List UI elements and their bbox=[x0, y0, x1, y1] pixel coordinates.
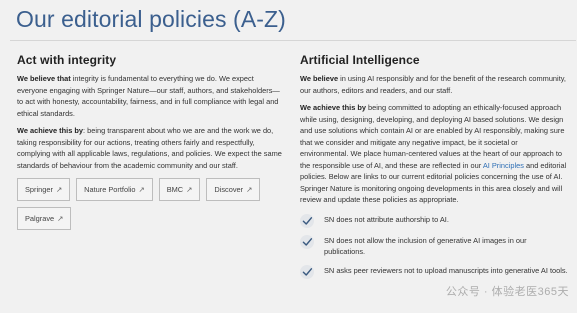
ai-policy-text: SN asks peer reviewers not to upload man… bbox=[324, 265, 568, 275]
ai-principles-link[interactable]: AI Principles bbox=[483, 161, 524, 170]
ai-belief-paragraph: We believe in using AI responsibly and f… bbox=[300, 73, 568, 96]
imprint-link-nature-portfolio[interactable]: Nature Portfolio ↗ bbox=[76, 178, 153, 201]
external-link-icon: ↗ bbox=[55, 185, 63, 194]
check-icon bbox=[300, 234, 320, 249]
integrity-achieve-lead: We achieve this by bbox=[17, 126, 83, 135]
integrity-belief-paragraph: We believe that integrity is fundamental… bbox=[17, 73, 283, 119]
ai-policy-text: SN does not attribute authorship to AI. bbox=[324, 214, 449, 224]
ai-belief-text: in using AI responsibly and for the bene… bbox=[300, 74, 566, 95]
imprint-links: Springer ↗ Nature Portfolio ↗ BMC ↗ Discove… bbox=[17, 178, 283, 230]
ai-achieve-paragraph: We achieve this by being committed to ad… bbox=[300, 102, 568, 206]
external-link-icon: ↗ bbox=[57, 214, 64, 223]
integrity-heading: Act with integrity bbox=[17, 53, 117, 67]
title-divider bbox=[10, 40, 576, 41]
external-link-icon: ↗ bbox=[138, 185, 145, 194]
check-icon bbox=[300, 213, 320, 228]
external-link-icon: ↗ bbox=[246, 185, 253, 194]
imprint-link-label: Nature Portfolio bbox=[84, 185, 136, 194]
imprint-link-springer[interactable]: Springer ↗ bbox=[17, 178, 71, 201]
ai-belief-lead: We believe bbox=[300, 74, 339, 83]
imprint-link-palgrave[interactable]: Palgrave ↗ bbox=[17, 207, 72, 230]
integrity-achieve-paragraph: We achieve this by: being transparent ab… bbox=[17, 125, 283, 171]
check-icon bbox=[300, 264, 320, 279]
ai-policy-item: SN does not allow the inclusion of gener… bbox=[300, 234, 568, 258]
imprint-link-label: Springer bbox=[25, 185, 53, 194]
external-link-icon: ↗ bbox=[186, 185, 193, 194]
imprint-link-discover[interactable]: Discover ↗ bbox=[206, 178, 261, 201]
ai-policy-text: SN does not allow the inclusion of gener… bbox=[324, 235, 527, 257]
imprint-link-bmc[interactable]: BMC ↗ bbox=[158, 178, 201, 201]
imprint-link-label: Discover bbox=[214, 185, 244, 194]
integrity-column: Act with integrity We believe that integ… bbox=[17, 53, 283, 230]
ai-policy-item: SN does not attribute authorship to AI. bbox=[300, 213, 568, 228]
ai-policy-list: SN does not attribute authorship to AI. … bbox=[300, 213, 568, 279]
ai-achieve-lead: We achieve this by bbox=[300, 103, 366, 112]
ai-policy-item: SN asks peer reviewers not to upload man… bbox=[300, 264, 568, 279]
imprint-link-label: Palgrave bbox=[25, 214, 55, 223]
integrity-belief-lead: We believe that bbox=[17, 74, 71, 83]
imprint-link-label: BMC bbox=[166, 185, 184, 194]
ai-heading: Artificial Intelligence bbox=[300, 53, 420, 67]
ai-column: Artificial Intelligence We believe in us… bbox=[300, 53, 568, 286]
page-title: Our editorial policies (A-Z) bbox=[16, 6, 286, 32]
